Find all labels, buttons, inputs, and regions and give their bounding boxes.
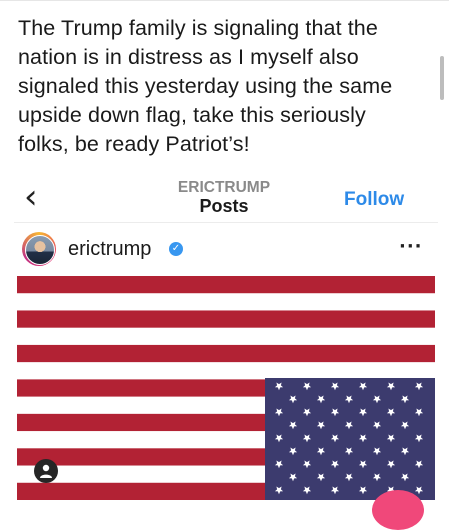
avatar[interactable] — [25, 235, 55, 265]
scrollbar-thumb[interactable] — [440, 56, 444, 100]
post-text: The Trump family is signaling that the n… — [18, 16, 393, 156]
flag-stripe — [17, 310, 435, 328]
verified-badge-icon: ✓ — [169, 242, 183, 256]
header-title: ERICTRUMP Posts — [144, 179, 304, 216]
chevron-left-icon[interactable]: ‹ — [24, 180, 54, 216]
avatar-story-ring[interactable] — [22, 232, 56, 266]
embedded-instagram-screenshot: ‹ ERICTRUMP Posts Follow erictrump ✓ ··· — [14, 176, 438, 500]
author-username[interactable]: erictrump — [68, 238, 151, 261]
follow-button[interactable]: Follow — [344, 189, 404, 211]
flag-stripe — [17, 362, 435, 380]
flag-stripe — [17, 327, 435, 346]
upside-down-flag-image — [17, 276, 435, 500]
top-divider — [0, 0, 449, 1]
flag-stripe — [17, 344, 435, 363]
flag-canton — [265, 378, 435, 500]
flag-stripe — [17, 293, 435, 311]
flag-stripe — [17, 276, 435, 294]
header-section-title: Posts — [199, 196, 249, 216]
instagram-header: ‹ ERICTRUMP Posts Follow — [14, 176, 438, 223]
more-options-icon[interactable]: ··· — [399, 236, 423, 257]
header-username: ERICTRUMP — [177, 179, 271, 196]
floating-action-button[interactable] — [372, 490, 424, 530]
user-tag-icon[interactable] — [34, 459, 58, 483]
post-author-row: erictrump ✓ ··· — [14, 230, 438, 272]
